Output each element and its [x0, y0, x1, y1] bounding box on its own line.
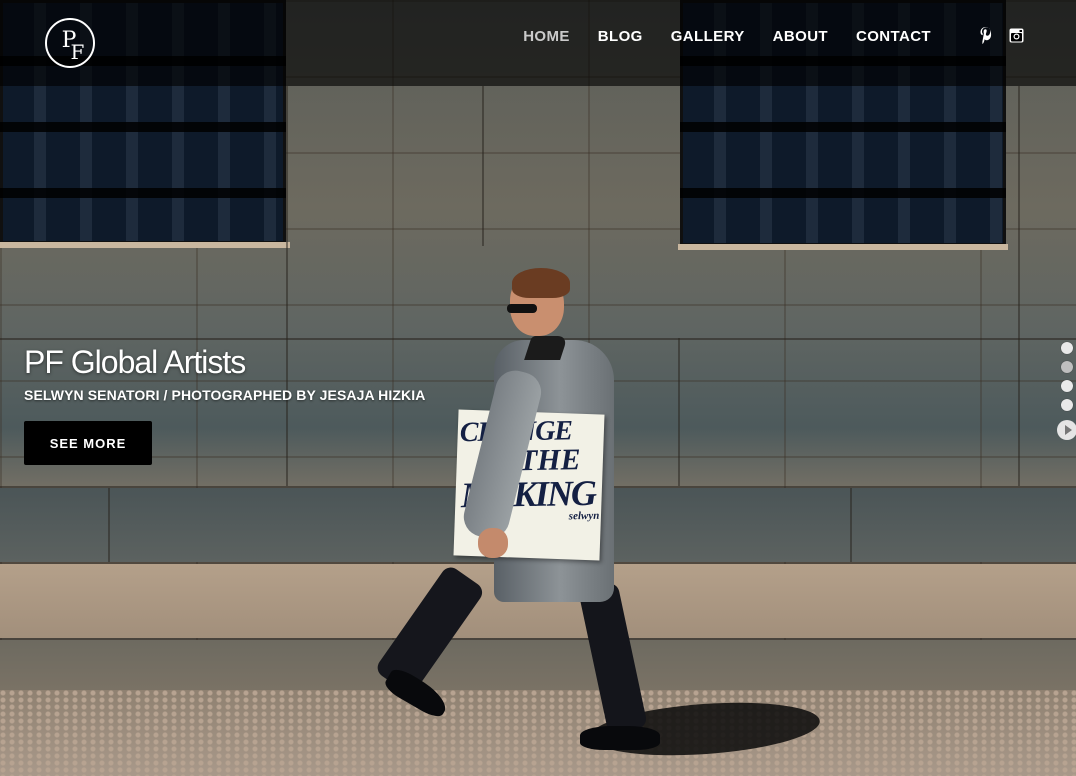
cobblestone-pavement	[0, 690, 1076, 776]
hand	[478, 528, 508, 558]
mortar-joint	[286, 86, 288, 486]
play-icon[interactable]	[1057, 420, 1076, 440]
right-shoe	[580, 726, 660, 750]
hero-caption: PF Global Artists SELWYN SENATORI / PHOT…	[24, 342, 426, 465]
logo-letter-f: F	[70, 40, 84, 64]
logo-letter-p: P	[61, 28, 77, 53]
slide-dot-3[interactable]	[1061, 380, 1073, 392]
mortar-joint	[108, 488, 110, 562]
instagram-icon[interactable]	[1008, 26, 1024, 44]
main-menu: HOME BLOG GALLERY ABOUT CONTACT	[509, 28, 945, 46]
nav-item-home[interactable]: HOME	[509, 28, 584, 46]
slide-dot-1[interactable]	[1061, 342, 1073, 354]
nav-item-contact[interactable]: CONTACT	[842, 28, 945, 46]
slide-dot-4[interactable]	[1061, 399, 1073, 411]
mortar-joint	[482, 86, 484, 246]
logo-monogram: PF	[47, 28, 93, 64]
mortar-joint	[1018, 86, 1020, 486]
stone-curb	[0, 640, 1076, 690]
hair	[512, 268, 570, 298]
mortar-joint	[678, 338, 680, 486]
site-logo[interactable]: PF	[45, 18, 95, 68]
top-navbar: PF HOME BLOG GALLERY ABOUT CONTACT	[0, 0, 1076, 86]
sunglasses	[507, 304, 537, 313]
pinterest-icon[interactable]	[978, 26, 994, 44]
nav-item-about[interactable]: ABOUT	[759, 28, 842, 46]
see-more-button[interactable]: SEE MORE	[24, 421, 152, 465]
nav-item-gallery[interactable]: GALLERY	[657, 28, 759, 46]
slider-pagination	[1057, 342, 1076, 440]
mortar-joint	[850, 488, 852, 562]
hero-title: PF Global Artists	[24, 344, 246, 380]
hero-subtitle: SELWYN SENATORI / PHOTOGRAPHED BY JESAJA…	[24, 387, 426, 403]
window-ledge-right	[678, 244, 1008, 250]
nav-item-blog[interactable]: BLOG	[584, 28, 657, 46]
social-links	[978, 26, 1024, 44]
window-ledge-left	[0, 242, 290, 248]
slide-dot-2[interactable]	[1061, 361, 1073, 373]
